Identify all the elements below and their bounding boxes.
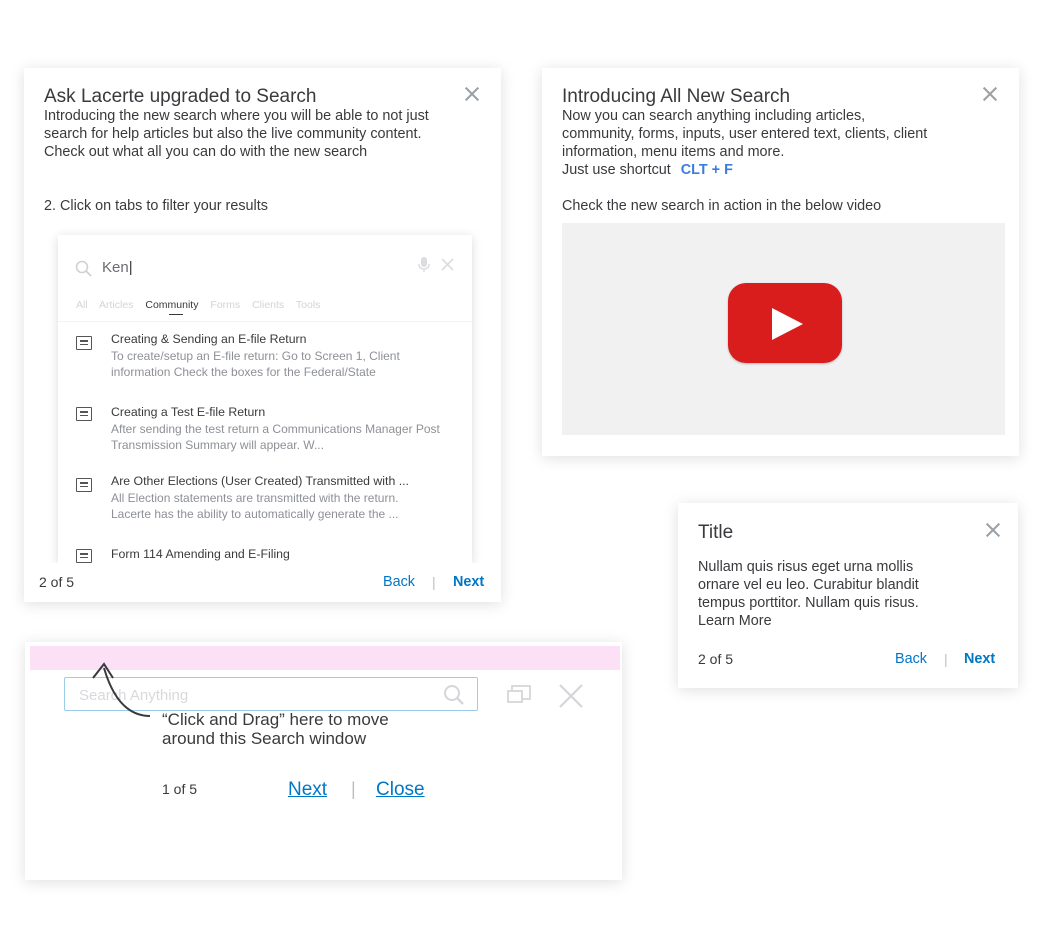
card-intro: Introducing the new search where you wil…	[44, 108, 429, 160]
result-description: All Election statements are transmitted …	[111, 491, 399, 521]
shortcut-line: Just use shortcut CLT + F	[562, 161, 733, 179]
footer-separator: |	[432, 574, 436, 590]
result-title: Creating a Test E-file Return	[111, 405, 266, 419]
play-icon[interactable]	[728, 283, 842, 363]
community-post-icon	[76, 478, 92, 492]
curved-arrow-icon	[92, 662, 151, 717]
card-title: Title	[698, 522, 734, 543]
drag-hint: “Click and Drag” here to move around thi…	[162, 710, 389, 748]
result-title: Creating & Sending an E-file Return	[111, 332, 307, 346]
page-indicator: 2 of 5	[698, 651, 734, 667]
search-query: Ken|	[102, 259, 133, 276]
back-button[interactable]: Back	[895, 651, 927, 667]
footer-separator: |	[351, 779, 356, 799]
video-caption: Check the new search in action in the be…	[562, 198, 882, 214]
card-title: Introducing All New Search	[562, 86, 791, 107]
filter-tabs: All Articles Community Forms Clients Too…	[76, 299, 329, 311]
tab-community: Community	[145, 299, 199, 311]
next-link[interactable]: Next	[288, 779, 327, 801]
tab-tools: Tools	[295, 299, 321, 311]
learn-more-link[interactable]: Learn More	[698, 612, 772, 630]
next-button[interactable]: Next	[964, 651, 995, 667]
search-icon[interactable]	[443, 684, 465, 706]
result-description: After sending the test return a Communic…	[111, 422, 440, 452]
community-post-icon	[76, 407, 92, 421]
card-step: 2. Click on tabs to filter your results	[44, 198, 268, 214]
card-intro: Now you can search anything including ar…	[562, 108, 928, 160]
community-post-icon	[76, 336, 92, 350]
microphone-icon	[418, 257, 430, 272]
clear-icon	[441, 258, 454, 271]
page-indicator: 1 of 5	[162, 781, 198, 797]
close-icon[interactable]	[462, 84, 482, 104]
shortcut-keys: CLT + F	[680, 162, 733, 178]
result-description: To create/setup an E-file return: Go to …	[111, 349, 400, 379]
card-title: Ask Lacerte upgraded to Search	[44, 86, 317, 107]
tab-all: All	[76, 299, 88, 311]
result-title: Form 114 Amending and E-Filing	[111, 547, 290, 561]
shortcut-label: Just use shortcut	[562, 162, 671, 178]
tab-forms: Forms	[210, 299, 241, 311]
close-link[interactable]: Close	[376, 779, 425, 801]
community-post-icon	[76, 549, 92, 563]
next-button[interactable]: Next	[453, 574, 484, 590]
page-indicator: 2 of 5	[39, 574, 75, 590]
tab-articles: Articles	[99, 299, 134, 311]
card-footer	[24, 563, 501, 602]
close-icon[interactable]	[558, 683, 584, 709]
tab-clients: Clients	[252, 299, 285, 311]
back-button[interactable]: Back	[383, 574, 415, 590]
search-icon	[75, 260, 92, 277]
card-body: Nullam quis risus eget urna mollis ornar…	[698, 559, 919, 611]
window-icon[interactable]	[506, 684, 532, 706]
footer-separator: |	[944, 651, 948, 667]
result-title: Are Other Elections (User Created) Trans…	[111, 474, 409, 488]
video-player[interactable]	[562, 223, 1005, 435]
close-icon[interactable]	[980, 84, 1000, 104]
close-icon[interactable]	[983, 520, 1003, 540]
search-preview-image: Ken| All Articles Community Forms Client…	[58, 235, 472, 563]
